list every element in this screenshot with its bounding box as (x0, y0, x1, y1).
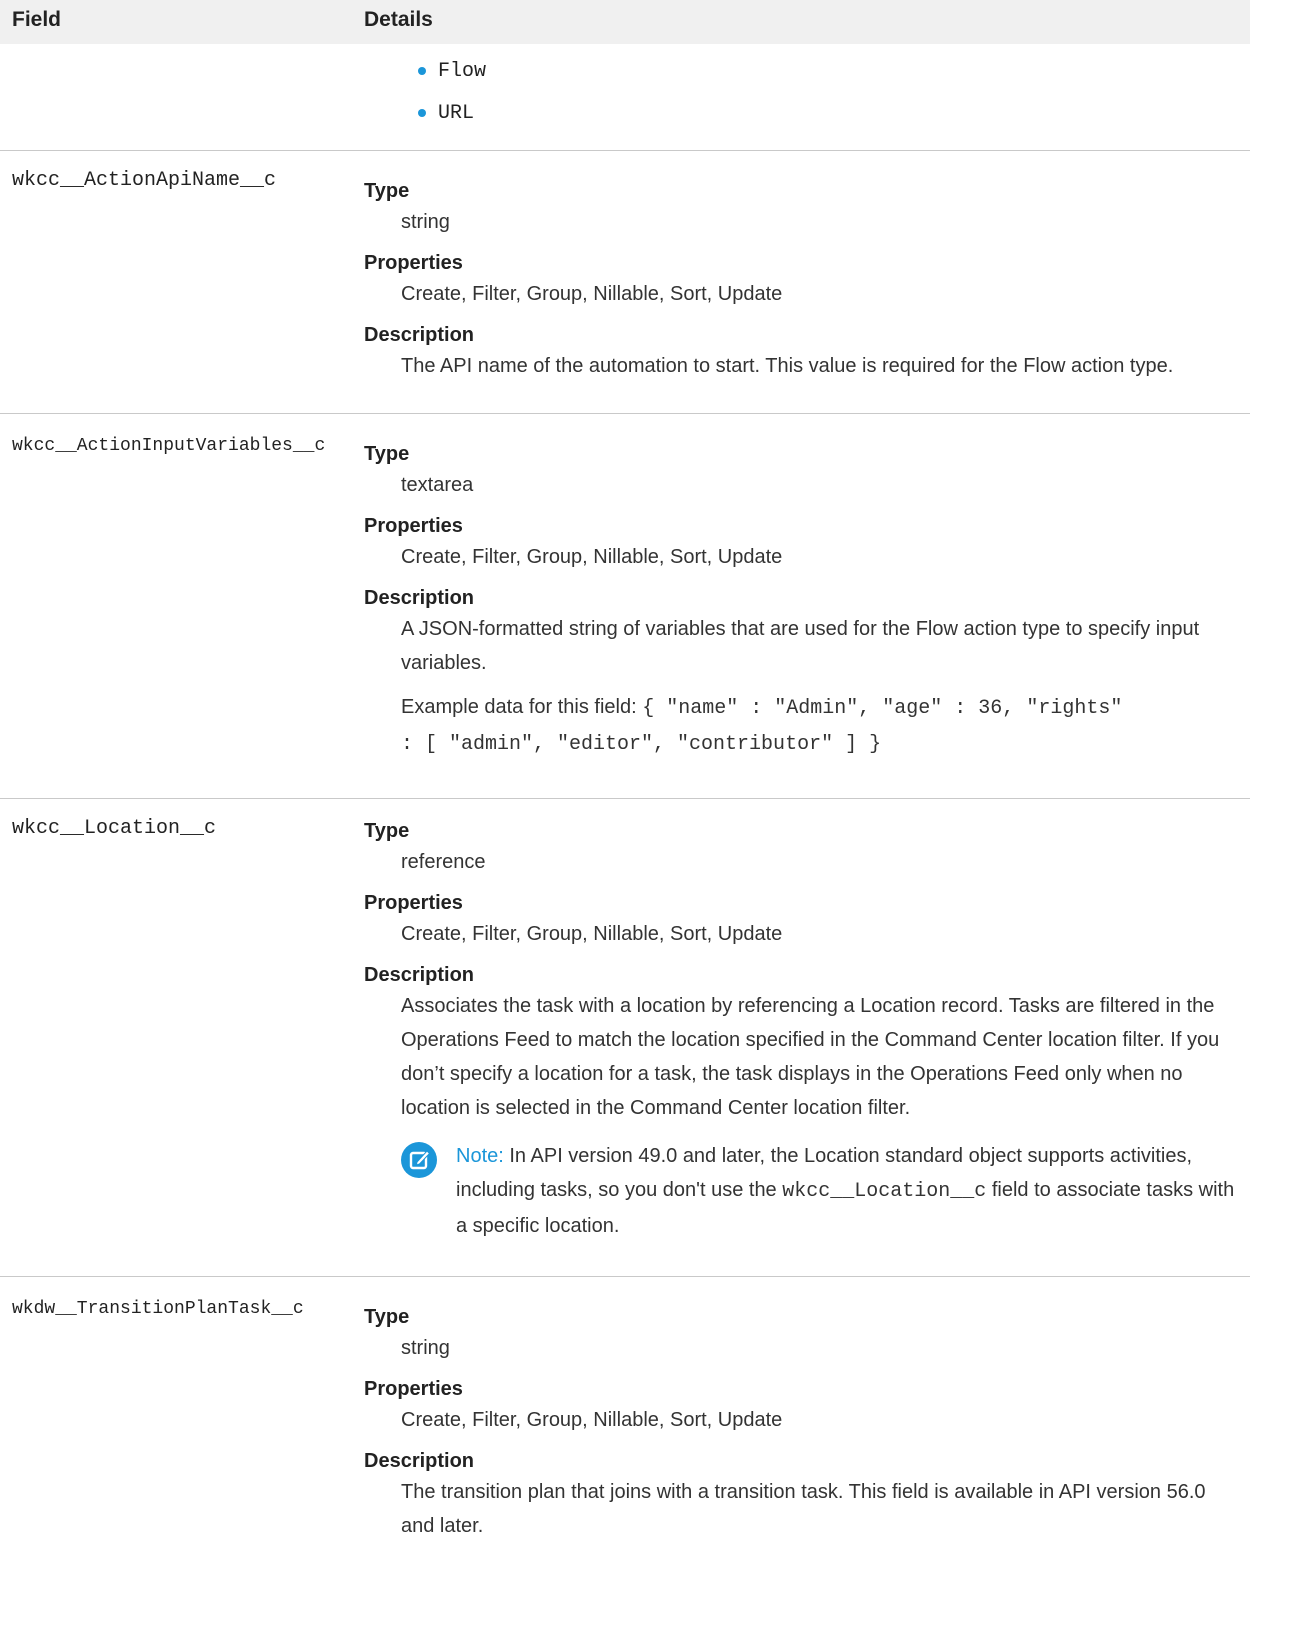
type-label: Type (364, 180, 410, 202)
type-value: string (401, 1337, 450, 1359)
field-name: wkcc__ActionInputVariables__c (12, 436, 326, 456)
field-details: Type reference Properties Create, Filter… (364, 817, 1244, 1243)
note-edit-icon (401, 1142, 437, 1178)
description-label: Description (364, 964, 475, 986)
field-details: Type textarea Properties Create, Filter,… (364, 440, 1244, 762)
fields-table: Field Details Flow URL wkcc__ActionApiNa… (0, 0, 1250, 1537)
field-column-header: Field (12, 8, 62, 31)
example-prefix: Example data for this field: (401, 696, 637, 718)
type-label: Type (364, 443, 410, 465)
example-data: Example data for this field: { "name" : … (401, 690, 1244, 762)
properties-label: Properties (364, 892, 463, 914)
description-label: Description (364, 1450, 475, 1472)
description-value: The transition plan that joins with a tr… (401, 1481, 1206, 1537)
type-label: Type (364, 1306, 410, 1328)
field-reference-page: Field Details Flow URL wkcc__ActionApiNa… (0, 0, 1302, 1631)
note-label: Note: (456, 1145, 504, 1167)
table-row: wkdw__TransitionPlanTask__c Type string … (0, 1276, 1250, 1631)
description-label: Description (364, 324, 475, 346)
table-row: wkcc__ActionApiName__c Type string Prope… (0, 150, 1250, 414)
table-row: wkcc__ActionInputVariables__c Type texta… (0, 413, 1250, 799)
description-value: A JSON-formatted string of variables tha… (401, 618, 1200, 674)
example-code-line2: : [ "admin", "editor", "contributor" ] } (401, 733, 882, 756)
bullet-icon (418, 109, 426, 117)
details-column-header: Details (364, 8, 433, 31)
example-code-line1: { "name" : "Admin", "age" : 36, "rights" (642, 697, 1123, 720)
bullet-icon (418, 67, 426, 75)
properties-label: Properties (364, 252, 463, 274)
type-label: Type (364, 820, 410, 842)
field-name: wkdw__TransitionPlanTask__c (12, 1299, 304, 1319)
properties-value: Create, Filter, Group, Nillable, Sort, U… (401, 283, 783, 305)
field-details: Type string Properties Create, Filter, G… (364, 1303, 1244, 1543)
note-callout: Note: In API version 49.0 and later, the… (401, 1139, 1244, 1243)
description-value: Associates the task with a location by r… (401, 995, 1220, 1119)
table-header: Field Details (0, 0, 1250, 44)
properties-value: Create, Filter, Group, Nillable, Sort, U… (401, 546, 783, 568)
properties-value: Create, Filter, Group, Nillable, Sort, U… (401, 923, 783, 945)
properties-value: Create, Filter, Group, Nillable, Sort, U… (401, 1409, 783, 1431)
properties-label: Properties (364, 515, 463, 537)
table-row: wkcc__Location__c Type reference Propert… (0, 798, 1250, 1277)
type-value: reference (401, 851, 486, 873)
type-value: string (401, 211, 450, 233)
field-name: wkcc__Location__c (12, 817, 217, 840)
description-label: Description (364, 587, 475, 609)
description-value: The API name of the automation to start.… (401, 355, 1174, 377)
note-code: wkcc__Location__c (782, 1180, 987, 1203)
field-details: Type string Properties Create, Filter, G… (364, 177, 1244, 383)
field-name: wkcc__ActionApiName__c (12, 169, 277, 192)
properties-label: Properties (364, 1378, 463, 1400)
type-value: textarea (401, 474, 474, 496)
